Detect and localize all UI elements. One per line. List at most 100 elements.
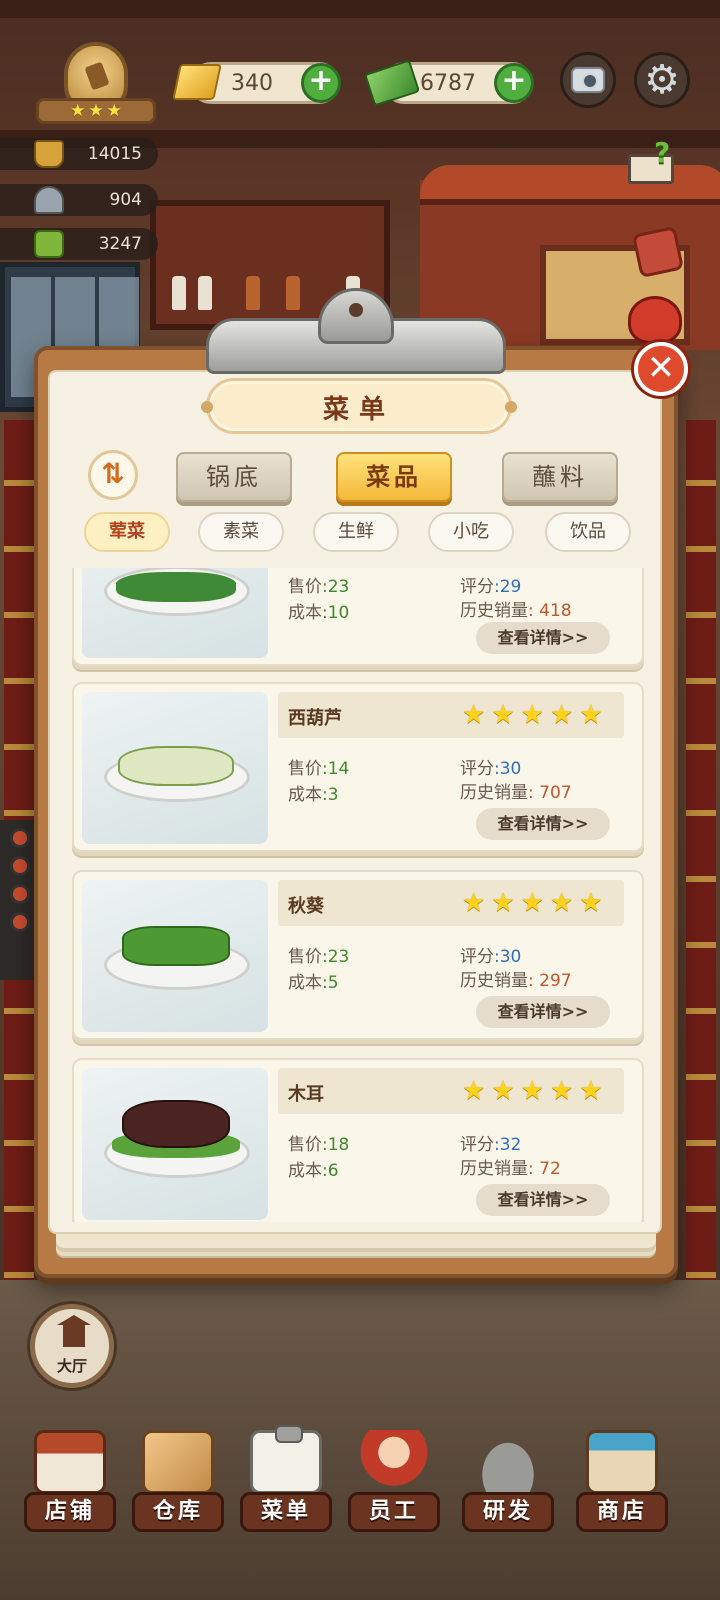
price-value: :18	[322, 1135, 350, 1155]
boxes-icon	[142, 1430, 214, 1494]
settings-button[interactable]: ⚙	[634, 52, 690, 108]
nav-label: 研发	[462, 1492, 554, 1532]
list-item: 西葫芦 ★ ★ ★ ★ ★ 售价:14 成本:3 评分:30 历史销量: 707 查看详…	[72, 682, 644, 852]
cloche-icon	[34, 186, 64, 214]
view-details-button[interactable]: 查看详情>>	[476, 808, 610, 840]
add-cash-button[interactable]: +	[494, 63, 534, 103]
stat-value: 904	[109, 190, 142, 210]
rank-badge[interactable]: ★ ★ ★	[36, 40, 156, 126]
bell-icon	[34, 140, 64, 168]
cash-amount: 6787	[420, 71, 476, 96]
cost-value: :6	[322, 1161, 339, 1181]
house-icon	[57, 1315, 91, 1347]
price-value: :23	[322, 947, 350, 967]
nav-warehouse[interactable]: 仓库	[128, 1420, 228, 1540]
nav-research[interactable]: 研发	[458, 1420, 558, 1540]
dish-list[interactable]: 售价:23 成本:10 评分:29 历史销量: 418 查看详情>> 西葫芦 ★…	[66, 568, 648, 1222]
ticket-icon	[34, 230, 64, 258]
sales-value: : 707	[528, 783, 572, 803]
cost-row: 成本:3	[288, 785, 339, 805]
menu-title-plaque: 菜单	[201, 378, 517, 434]
nav-shop[interactable]: 店铺	[20, 1420, 120, 1540]
price-row: 售价:18	[288, 1135, 350, 1155]
cash-icon	[364, 56, 416, 104]
star-icon: ★	[491, 888, 515, 918]
score-value: :32	[494, 1135, 522, 1155]
category-meat[interactable]: 荤菜	[84, 512, 170, 552]
dish-image	[82, 692, 268, 844]
dish-image	[82, 880, 268, 1032]
gold-ingot-icon	[172, 58, 220, 102]
star-icon: ★	[491, 1076, 515, 1106]
question-icon: ?	[654, 136, 671, 169]
help-button[interactable]: ?	[628, 136, 680, 184]
sort-button[interactable]: ⇅	[88, 450, 138, 500]
lion-dance-button[interactable]	[628, 296, 682, 344]
cost-value: :10	[322, 603, 350, 623]
price-value: :23	[322, 577, 350, 597]
view-details-button[interactable]: 查看详情>>	[476, 1184, 610, 1216]
score-value: :30	[494, 759, 522, 779]
clipboard-clip	[206, 288, 506, 378]
cost-row: 成本:10	[288, 603, 350, 623]
score-row: 评分:30	[460, 759, 522, 779]
tab-dipping-sauce[interactable]: 蘸料	[502, 452, 618, 502]
sales-row: 历史销量: 707	[460, 783, 572, 803]
hall-label: 大厅	[56, 1357, 87, 1375]
category-drink[interactable]: 饮品	[545, 512, 631, 552]
category-snack[interactable]: 小吃	[428, 512, 514, 552]
dish-name: 秋葵	[288, 896, 324, 917]
category-seafood[interactable]: 生鲜	[313, 512, 399, 552]
dish-rating: ★ ★ ★ ★ ★	[462, 1078, 603, 1104]
dish-image	[82, 568, 268, 658]
nav-label: 商店	[576, 1492, 668, 1532]
price-row: 售价:14	[288, 759, 350, 779]
score-row: 评分:30	[460, 947, 522, 967]
star-icon: ★	[579, 1076, 603, 1106]
stat-customers[interactable]: 14015	[0, 138, 158, 170]
star-icon: ★	[549, 888, 574, 918]
nav-menu[interactable]: 菜单	[236, 1420, 336, 1540]
tab-soup-base[interactable]: 锅底	[176, 452, 292, 502]
view-details-button[interactable]: 查看详情>>	[476, 622, 610, 654]
hall-button[interactable]: 大厅	[30, 1304, 114, 1388]
star-icon: ★	[549, 700, 574, 730]
clipboard-icon	[250, 1425, 322, 1494]
stat-reputation[interactable]: 3247	[0, 228, 158, 260]
category-vegetable[interactable]: 素菜	[198, 512, 284, 552]
cost-row: 成本:5	[288, 973, 339, 993]
dish-name: 西葫芦	[288, 708, 342, 729]
dish-image	[82, 1068, 268, 1220]
badge-stars: ★ ★ ★	[36, 98, 156, 124]
nav-staff[interactable]: 员工	[344, 1420, 444, 1540]
star-icon: ★	[520, 888, 544, 918]
star-icon: ★	[520, 1076, 544, 1106]
close-button[interactable]: ✕	[634, 342, 688, 396]
star-icon: ★	[88, 100, 104, 121]
sales-value: : 297	[528, 971, 572, 991]
star-icon: ★	[491, 700, 515, 730]
tab-dishes[interactable]: 菜品	[336, 452, 452, 502]
stat-value: 3247	[98, 234, 142, 254]
price-value: :14	[322, 759, 350, 779]
stat-value: 14015	[87, 144, 142, 164]
view-details-button[interactable]: 查看详情>>	[476, 996, 610, 1028]
list-item: 秋葵 ★ ★ ★ ★ ★ 售价:23 成本:5 评分:30 历史销量: 297 查看详情…	[72, 870, 644, 1040]
store-icon	[586, 1430, 658, 1494]
list-item: 木耳 ★ ★ ★ ★ ★ 售价:18 成本:6 评分:32 历史销量: 72 查看详情>…	[72, 1058, 644, 1222]
score-value: :30	[494, 947, 522, 967]
camera-icon	[571, 67, 605, 93]
event-scroll-button[interactable]	[631, 225, 685, 279]
dish-rating: ★ ★ ★ ★ ★	[462, 702, 603, 728]
bottom-nav: 店铺 仓库 菜单 员工 研发 商店	[0, 1420, 720, 1600]
nav-store[interactable]: 商店	[572, 1420, 672, 1540]
gold-amount: 340	[231, 71, 273, 96]
sales-row: 历史销量: 72	[460, 1159, 561, 1179]
nav-label: 菜单	[240, 1492, 332, 1532]
star-icon: ★	[579, 888, 603, 918]
stat-dishes[interactable]: 904	[0, 184, 158, 216]
star-icon: ★	[70, 100, 86, 121]
camera-button[interactable]	[560, 52, 616, 108]
star-icon: ★	[106, 100, 122, 121]
add-gold-button[interactable]: +	[301, 63, 341, 103]
